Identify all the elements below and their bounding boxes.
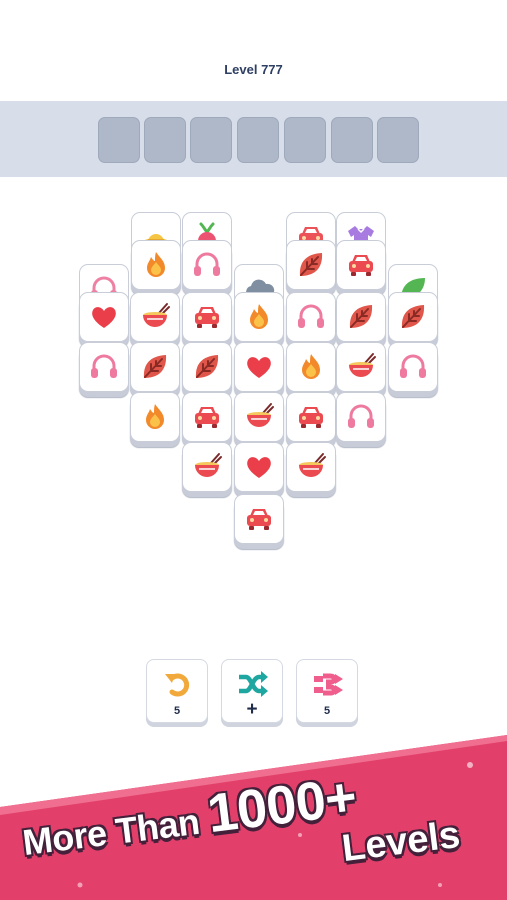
- tile-heart[interactable]: [234, 342, 284, 392]
- car-icon: [195, 307, 219, 328]
- tile-heart[interactable]: [79, 292, 129, 342]
- heart-icon: [247, 357, 271, 378]
- tile-car[interactable]: [286, 392, 336, 442]
- headphones-icon: [348, 404, 374, 428]
- headphones-icon: [91, 354, 117, 378]
- tile-car[interactable]: [336, 240, 386, 290]
- undo-count: 5: [173, 705, 181, 717]
- tile-noodle-bowl[interactable]: [182, 442, 232, 492]
- tile-leaf[interactable]: [286, 240, 336, 290]
- leaf-icon: [401, 305, 425, 328]
- heart-icon: [247, 457, 271, 478]
- undo-button[interactable]: 5: [146, 659, 208, 723]
- tile-headphones[interactable]: [286, 292, 336, 342]
- tile-fire[interactable]: [130, 392, 180, 442]
- magnet-count: 5: [323, 705, 331, 717]
- noodle-bowl-icon: [299, 453, 326, 477]
- leaf-icon: [143, 355, 167, 378]
- magnet-icon: [314, 673, 343, 696]
- magnet-button[interactable]: 5: [296, 659, 358, 723]
- tile-noodle-bowl[interactable]: [336, 342, 386, 392]
- headphones-icon: [194, 252, 220, 276]
- car-icon: [299, 407, 323, 428]
- tile-heart[interactable]: [234, 442, 284, 492]
- undo-icon: [165, 673, 190, 697]
- leaf-icon: [299, 253, 323, 276]
- shuffle-button[interactable]: +: [221, 659, 283, 723]
- noodle-bowl-icon: [349, 353, 376, 377]
- tile-leaf[interactable]: [388, 292, 438, 342]
- fire-icon: [147, 252, 165, 277]
- headphones-icon: [298, 304, 324, 328]
- shuffle-icon: [239, 671, 268, 697]
- tile-fire[interactable]: [234, 292, 284, 342]
- fire-icon: [250, 304, 268, 329]
- headphones-icon: [400, 354, 426, 378]
- car-icon: [195, 407, 219, 428]
- tile-car[interactable]: [182, 292, 232, 342]
- leaf-icon: [349, 305, 373, 328]
- tile-leaf[interactable]: [182, 342, 232, 392]
- noodle-bowl-icon: [247, 403, 274, 427]
- tile-noodle-bowl[interactable]: [130, 292, 180, 342]
- tile-headphones[interactable]: [182, 240, 232, 290]
- fire-icon: [302, 354, 320, 379]
- tile-headphones[interactable]: [336, 392, 386, 442]
- tile-headphones[interactable]: [388, 342, 438, 392]
- tile-car[interactable]: [182, 392, 232, 442]
- tile-noodle-bowl[interactable]: [234, 392, 284, 442]
- heart-icon: [92, 307, 116, 328]
- car-icon: [349, 255, 373, 276]
- tile-fire[interactable]: [286, 342, 336, 392]
- shuffle-add: +: [246, 699, 258, 720]
- tile-noodle-bowl[interactable]: [286, 442, 336, 492]
- noodle-bowl-icon: [143, 303, 170, 327]
- fire-icon: [146, 404, 164, 429]
- noodle-bowl-icon: [195, 453, 222, 477]
- tile-leaf[interactable]: [130, 342, 180, 392]
- tile-car[interactable]: [234, 494, 284, 544]
- car-icon: [247, 509, 271, 530]
- tile-leaf[interactable]: [336, 292, 386, 342]
- leaf-icon: [195, 355, 219, 378]
- tile-headphones[interactable]: [79, 342, 129, 392]
- tile-fire[interactable]: [131, 240, 181, 290]
